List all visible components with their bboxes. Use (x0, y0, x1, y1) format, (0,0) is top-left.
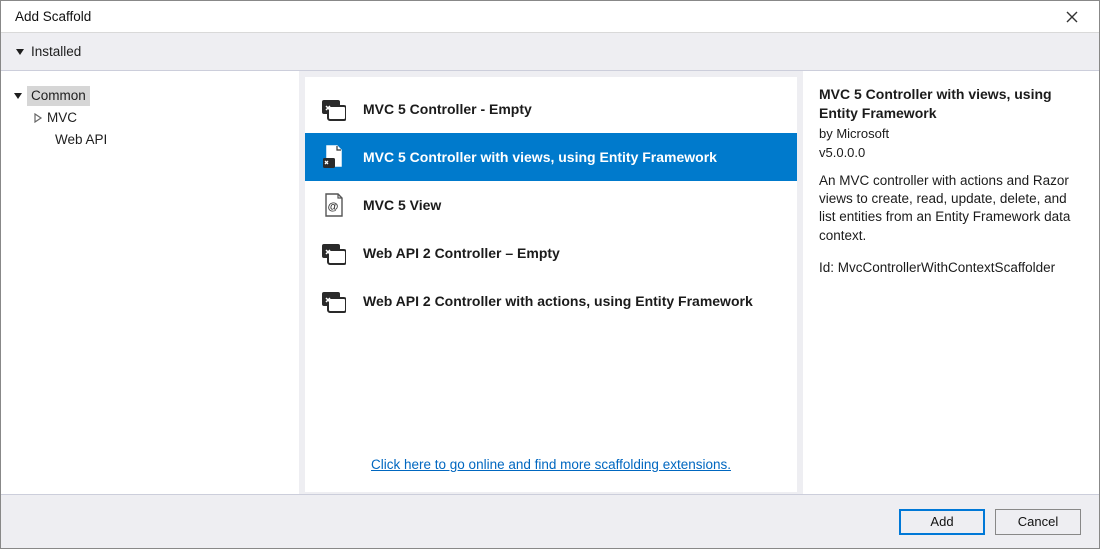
button-bar: Add Cancel (1, 494, 1099, 548)
details-id-label: Id: (819, 260, 838, 275)
online-extensions-link[interactable]: Click here to go online and find more sc… (371, 457, 731, 472)
sidebar-item-common[interactable]: Common (11, 85, 289, 107)
scaffold-list: MVC 5 Controller - Empty MVC 5 Controlle… (305, 77, 797, 492)
controller-icon (319, 95, 347, 123)
list-item-label: MVC 5 Controller with views, using Entit… (363, 149, 717, 165)
details-title: MVC 5 Controller with views, using Entit… (819, 85, 1083, 123)
close-icon (1066, 11, 1078, 23)
list-footer: Click here to go online and find more sc… (305, 450, 797, 484)
window-title: Add Scaffold (15, 9, 91, 24)
controller-icon (319, 239, 347, 267)
details-version: v5.0.0.0 (819, 144, 1083, 162)
category-tree: Common MVC Web API (11, 85, 289, 151)
list-item-label: Web API 2 Controller – Empty (363, 245, 560, 261)
caret-down-icon (13, 91, 23, 101)
list-item-label: MVC 5 Controller - Empty (363, 101, 532, 117)
caret-down-icon (15, 47, 25, 57)
close-button[interactable] (1055, 3, 1089, 31)
list-item-label: MVC 5 View (363, 197, 441, 213)
details-description: An MVC controller with actions and Razor… (819, 172, 1083, 245)
sidebar-item-label: MVC (47, 108, 77, 128)
view-icon: @ (319, 191, 347, 219)
cancel-button[interactable]: Cancel (995, 509, 1081, 535)
list-item[interactable]: MVC 5 Controller - Empty (305, 85, 797, 133)
doc-controller-icon (319, 143, 347, 171)
add-button[interactable]: Add (899, 509, 985, 535)
sidebar-item-webapi[interactable]: Web API (11, 129, 289, 151)
list-item-label: Web API 2 Controller with actions, using… (363, 293, 753, 309)
controller-icon (319, 287, 347, 315)
sidebar-item-label: Web API (55, 130, 107, 150)
caret-right-icon (33, 113, 43, 123)
titlebar: Add Scaffold (1, 1, 1099, 33)
list-item[interactable]: Web API 2 Controller – Empty (305, 229, 797, 277)
details-id-value: MvcControllerWithContextScaffolder (838, 260, 1055, 275)
svg-text:@: @ (328, 201, 339, 213)
sidebar-item-label: Common (27, 86, 90, 106)
details-author: by Microsoft (819, 125, 1083, 143)
list-item[interactable]: MVC 5 Controller with views, using Entit… (305, 133, 797, 181)
sidebar-item-mvc[interactable]: MVC (11, 107, 289, 129)
details-pane: MVC 5 Controller with views, using Entit… (803, 71, 1099, 494)
category-toolbar: Installed (1, 33, 1099, 71)
list-item[interactable]: Web API 2 Controller with actions, using… (305, 277, 797, 325)
details-id: Id: MvcControllerWithContextScaffolder (819, 259, 1083, 277)
installed-label: Installed (31, 44, 81, 59)
scaffold-list-area: MVC 5 Controller - Empty MVC 5 Controlle… (299, 71, 803, 494)
list-item[interactable]: @ MVC 5 View (305, 181, 797, 229)
sidebar: Common MVC Web API (1, 71, 299, 494)
installed-category[interactable]: Installed (11, 42, 85, 61)
